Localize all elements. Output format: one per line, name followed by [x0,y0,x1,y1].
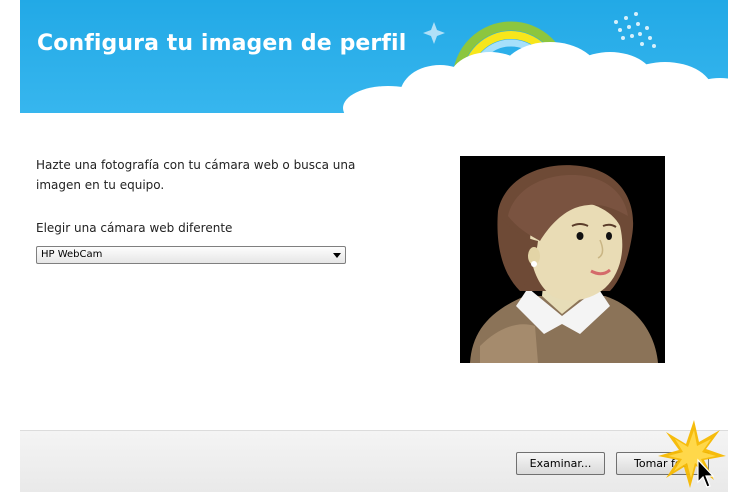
profile-picture-dialog: Configura tu imagen de perfil Hazte una … [20,0,728,492]
profile-picture-preview [460,156,665,363]
dropdown-arrow-icon [333,253,341,258]
default-avatar-image [460,156,665,363]
dialog-footer: Examinar... Tomar foto [20,430,728,492]
click-burst-icon [658,420,726,488]
dialog-content: Hazte una fotografía con tu cámara web o… [20,113,728,430]
header-illustration [343,12,728,113]
camera-select-label: Elegir una cámara web diferente [36,221,233,235]
camera-select-value: HP WebCam [41,249,103,260]
camera-select[interactable]: HP WebCam [36,246,346,264]
browse-button[interactable]: Examinar... [516,452,605,475]
dots-decoration [614,12,656,48]
intro-text: Hazte una fotografía con tu cámara web o… [36,158,356,192]
page-title: Configura tu imagen de perfil [37,31,407,56]
sparkle-icon [423,22,445,44]
dialog-header: Configura tu imagen de perfil [20,0,728,113]
